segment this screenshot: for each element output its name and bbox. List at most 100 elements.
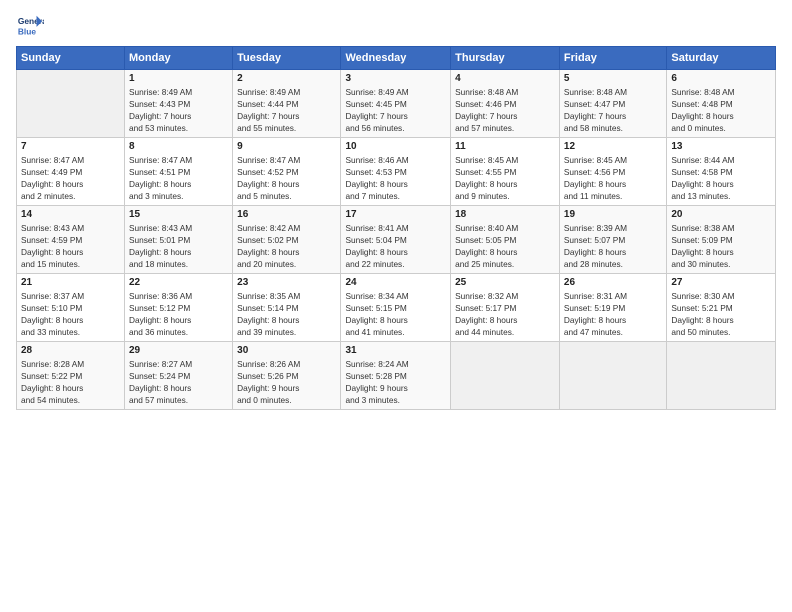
day-number: 27 bbox=[671, 277, 771, 288]
day-number: 14 bbox=[21, 209, 120, 220]
cell-content: Sunrise: 8:42 AMSunset: 5:02 PMDaylight:… bbox=[237, 222, 336, 270]
cell-content: Sunrise: 8:34 AMSunset: 5:15 PMDaylight:… bbox=[345, 290, 446, 338]
day-number: 30 bbox=[237, 345, 336, 356]
page: General Blue SundayMondayTuesdayWednesda… bbox=[0, 0, 792, 418]
cell-content: Sunrise: 8:45 AMSunset: 4:56 PMDaylight:… bbox=[564, 154, 662, 202]
day-number: 2 bbox=[237, 73, 336, 84]
day-number: 7 bbox=[21, 141, 120, 152]
calendar-cell: 29 Sunrise: 8:27 AMSunset: 5:24 PMDayligh… bbox=[125, 342, 233, 410]
cell-content: Sunrise: 8:39 AMSunset: 5:07 PMDaylight:… bbox=[564, 222, 662, 270]
day-header-thursday: Thursday bbox=[451, 47, 560, 70]
calendar-cell: 8 Sunrise: 8:47 AMSunset: 4:51 PMDaylight… bbox=[125, 138, 233, 206]
cell-content: Sunrise: 8:47 AMSunset: 4:49 PMDaylight:… bbox=[21, 154, 120, 202]
day-number: 31 bbox=[345, 345, 446, 356]
day-header-tuesday: Tuesday bbox=[233, 47, 341, 70]
cell-content: Sunrise: 8:49 AMSunset: 4:44 PMDaylight:… bbox=[237, 86, 336, 134]
calendar-cell: 22 Sunrise: 8:36 AMSunset: 5:12 PMDayligh… bbox=[125, 274, 233, 342]
cell-content: Sunrise: 8:43 AMSunset: 5:01 PMDaylight:… bbox=[129, 222, 228, 270]
svg-text:Blue: Blue bbox=[18, 26, 36, 36]
calendar-cell: 16 Sunrise: 8:42 AMSunset: 5:02 PMDayligh… bbox=[233, 206, 341, 274]
cell-content: Sunrise: 8:45 AMSunset: 4:55 PMDaylight:… bbox=[455, 154, 555, 202]
calendar-cell: 17 Sunrise: 8:41 AMSunset: 5:04 PMDayligh… bbox=[341, 206, 451, 274]
day-number: 28 bbox=[21, 345, 120, 356]
day-number: 13 bbox=[671, 141, 771, 152]
day-number: 17 bbox=[345, 209, 446, 220]
cell-content: Sunrise: 8:48 AMSunset: 4:48 PMDaylight:… bbox=[671, 86, 771, 134]
cell-content: Sunrise: 8:49 AMSunset: 4:43 PMDaylight:… bbox=[129, 86, 228, 134]
day-header-sunday: Sunday bbox=[17, 47, 125, 70]
day-number: 18 bbox=[455, 209, 555, 220]
cell-content: Sunrise: 8:46 AMSunset: 4:53 PMDaylight:… bbox=[345, 154, 446, 202]
week-row-1: 1 Sunrise: 8:49 AMSunset: 4:43 PMDaylight… bbox=[17, 70, 776, 138]
calendar-table: SundayMondayTuesdayWednesdayThursdayFrid… bbox=[16, 46, 776, 410]
day-number: 29 bbox=[129, 345, 228, 356]
day-number: 24 bbox=[345, 277, 446, 288]
day-number: 25 bbox=[455, 277, 555, 288]
day-number: 19 bbox=[564, 209, 662, 220]
calendar-cell: 28Sunrise: 8:28 AMSunset: 5:22 PMDayligh… bbox=[17, 342, 125, 410]
day-number: 1 bbox=[129, 73, 228, 84]
calendar-cell: 15 Sunrise: 8:43 AMSunset: 5:01 PMDayligh… bbox=[125, 206, 233, 274]
header: General Blue bbox=[16, 12, 776, 40]
day-number: 21 bbox=[21, 277, 120, 288]
calendar-cell bbox=[17, 70, 125, 138]
calendar-cell: 13Sunrise: 8:44 AMSunset: 4:58 PMDayligh… bbox=[667, 138, 776, 206]
calendar-cell: 6 Sunrise: 8:48 AMSunset: 4:48 PMDaylight… bbox=[667, 70, 776, 138]
calendar-cell: 24 Sunrise: 8:34 AMSunset: 5:15 PMDayligh… bbox=[341, 274, 451, 342]
calendar-cell bbox=[559, 342, 666, 410]
week-row-2: 7 Sunrise: 8:47 AMSunset: 4:49 PMDaylight… bbox=[17, 138, 776, 206]
calendar-cell: 26 Sunrise: 8:31 AMSunset: 5:19 PMDayligh… bbox=[559, 274, 666, 342]
day-header-wednesday: Wednesday bbox=[341, 47, 451, 70]
cell-content: Sunrise: 8:27 AMSunset: 5:24 PMDaylight:… bbox=[129, 358, 228, 406]
day-number: 26 bbox=[564, 277, 662, 288]
day-number: 8 bbox=[129, 141, 228, 152]
cell-content: Sunrise: 8:32 AMSunset: 5:17 PMDaylight:… bbox=[455, 290, 555, 338]
week-row-5: 28Sunrise: 8:28 AMSunset: 5:22 PMDayligh… bbox=[17, 342, 776, 410]
day-number: 22 bbox=[129, 277, 228, 288]
cell-content: Sunrise: 8:24 AMSunset: 5:28 PMDaylight:… bbox=[345, 358, 446, 406]
day-number: 6 bbox=[671, 73, 771, 84]
calendar-cell: 20Sunrise: 8:38 AMSunset: 5:09 PMDayligh… bbox=[667, 206, 776, 274]
calendar-cell bbox=[667, 342, 776, 410]
cell-content: Sunrise: 8:35 AMSunset: 5:14 PMDaylight:… bbox=[237, 290, 336, 338]
calendar-cell: 2 Sunrise: 8:49 AMSunset: 4:44 PMDaylight… bbox=[233, 70, 341, 138]
day-number: 15 bbox=[129, 209, 228, 220]
cell-content: Sunrise: 8:31 AMSunset: 5:19 PMDaylight:… bbox=[564, 290, 662, 338]
cell-content: Sunrise: 8:41 AMSunset: 5:04 PMDaylight:… bbox=[345, 222, 446, 270]
calendar-cell: 18 Sunrise: 8:40 AMSunset: 5:05 PMDayligh… bbox=[451, 206, 560, 274]
day-number: 12 bbox=[564, 141, 662, 152]
calendar-cell: 25 Sunrise: 8:32 AMSunset: 5:17 PMDayligh… bbox=[451, 274, 560, 342]
cell-content: Sunrise: 8:37 AMSunset: 5:10 PMDaylight:… bbox=[21, 290, 120, 338]
calendar-cell: 19 Sunrise: 8:39 AMSunset: 5:07 PMDayligh… bbox=[559, 206, 666, 274]
cell-content: Sunrise: 8:36 AMSunset: 5:12 PMDaylight:… bbox=[129, 290, 228, 338]
calendar-cell: 27 Sunrise: 8:30 AMSunset: 5:21 PMDayligh… bbox=[667, 274, 776, 342]
calendar-cell: 1 Sunrise: 8:49 AMSunset: 4:43 PMDaylight… bbox=[125, 70, 233, 138]
cell-content: Sunrise: 8:38 AMSunset: 5:09 PMDaylight:… bbox=[671, 222, 771, 270]
day-header-monday: Monday bbox=[125, 47, 233, 70]
week-row-4: 21 Sunrise: 8:37 AMSunset: 5:10 PMDayligh… bbox=[17, 274, 776, 342]
cell-content: Sunrise: 8:48 AMSunset: 4:47 PMDaylight:… bbox=[564, 86, 662, 134]
day-number: 11 bbox=[455, 141, 555, 152]
cell-content: Sunrise: 8:43 AMSunset: 4:59 PMDaylight:… bbox=[21, 222, 120, 270]
cell-content: Sunrise: 8:30 AMSunset: 5:21 PMDaylight:… bbox=[671, 290, 771, 338]
day-number: 3 bbox=[345, 73, 446, 84]
week-row-3: 14 Sunrise: 8:43 AMSunset: 4:59 PMDayligh… bbox=[17, 206, 776, 274]
cell-content: Sunrise: 8:47 AMSunset: 4:51 PMDaylight:… bbox=[129, 154, 228, 202]
calendar-cell: 7 Sunrise: 8:47 AMSunset: 4:49 PMDaylight… bbox=[17, 138, 125, 206]
day-number: 10 bbox=[345, 141, 446, 152]
calendar-cell: 4Sunrise: 8:48 AMSunset: 4:46 PMDaylight… bbox=[451, 70, 560, 138]
cell-content: Sunrise: 8:26 AMSunset: 5:26 PMDaylight:… bbox=[237, 358, 336, 406]
calendar-cell: 14 Sunrise: 8:43 AMSunset: 4:59 PMDayligh… bbox=[17, 206, 125, 274]
calendar-cell: 5Sunrise: 8:48 AMSunset: 4:47 PMDaylight… bbox=[559, 70, 666, 138]
logo-icon: General Blue bbox=[16, 12, 44, 40]
calendar-cell: 12 Sunrise: 8:45 AMSunset: 4:56 PMDayligh… bbox=[559, 138, 666, 206]
day-header-friday: Friday bbox=[559, 47, 666, 70]
cell-content: Sunrise: 8:40 AMSunset: 5:05 PMDaylight:… bbox=[455, 222, 555, 270]
calendar-cell: 9Sunrise: 8:47 AMSunset: 4:52 PMDaylight… bbox=[233, 138, 341, 206]
calendar-cell: 23Sunrise: 8:35 AMSunset: 5:14 PMDayligh… bbox=[233, 274, 341, 342]
day-number: 9 bbox=[237, 141, 336, 152]
day-number: 16 bbox=[237, 209, 336, 220]
calendar-cell bbox=[451, 342, 560, 410]
calendar-cell: 3Sunrise: 8:49 AMSunset: 4:45 PMDaylight… bbox=[341, 70, 451, 138]
calendar-cell: 30 Sunrise: 8:26 AMSunset: 5:26 PMDayligh… bbox=[233, 342, 341, 410]
